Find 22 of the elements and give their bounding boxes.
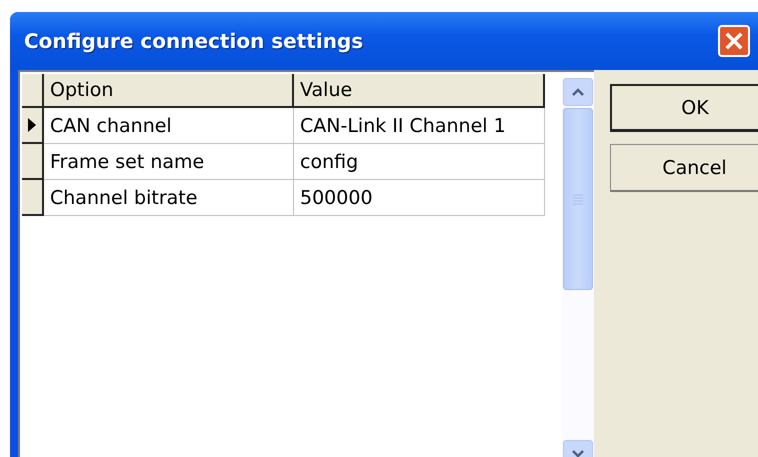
table-cell: Frame set name: [44, 144, 294, 180]
row-header[interactable]: [22, 180, 44, 216]
current-row-icon: [27, 117, 37, 133]
column-header[interactable]: Value: [294, 74, 545, 108]
close-icon: [723, 30, 745, 52]
grip-icon: [572, 193, 584, 205]
table-cell[interactable]: CAN-Link II Channel 1: [294, 108, 545, 144]
row-header[interactable]: [22, 108, 44, 144]
corner-header: [22, 74, 44, 108]
scroll-thumb[interactable]: [563, 108, 593, 290]
table-cell[interactable]: config: [294, 144, 545, 180]
vertical-scrollbar[interactable]: [562, 78, 594, 457]
table-cell: Channel bitrate: [44, 180, 294, 216]
table-cell: CAN channel: [44, 108, 294, 144]
row-header[interactable]: [22, 144, 44, 180]
scroll-up-button[interactable]: [563, 78, 593, 106]
cancel-button[interactable]: Cancel: [610, 144, 758, 192]
window-title: Configure connection settings: [24, 29, 364, 53]
ok-button[interactable]: OK: [610, 84, 758, 132]
table-cell[interactable]: 500000: [294, 180, 545, 216]
close-button[interactable]: [718, 25, 750, 57]
column-header[interactable]: Option: [44, 74, 294, 108]
